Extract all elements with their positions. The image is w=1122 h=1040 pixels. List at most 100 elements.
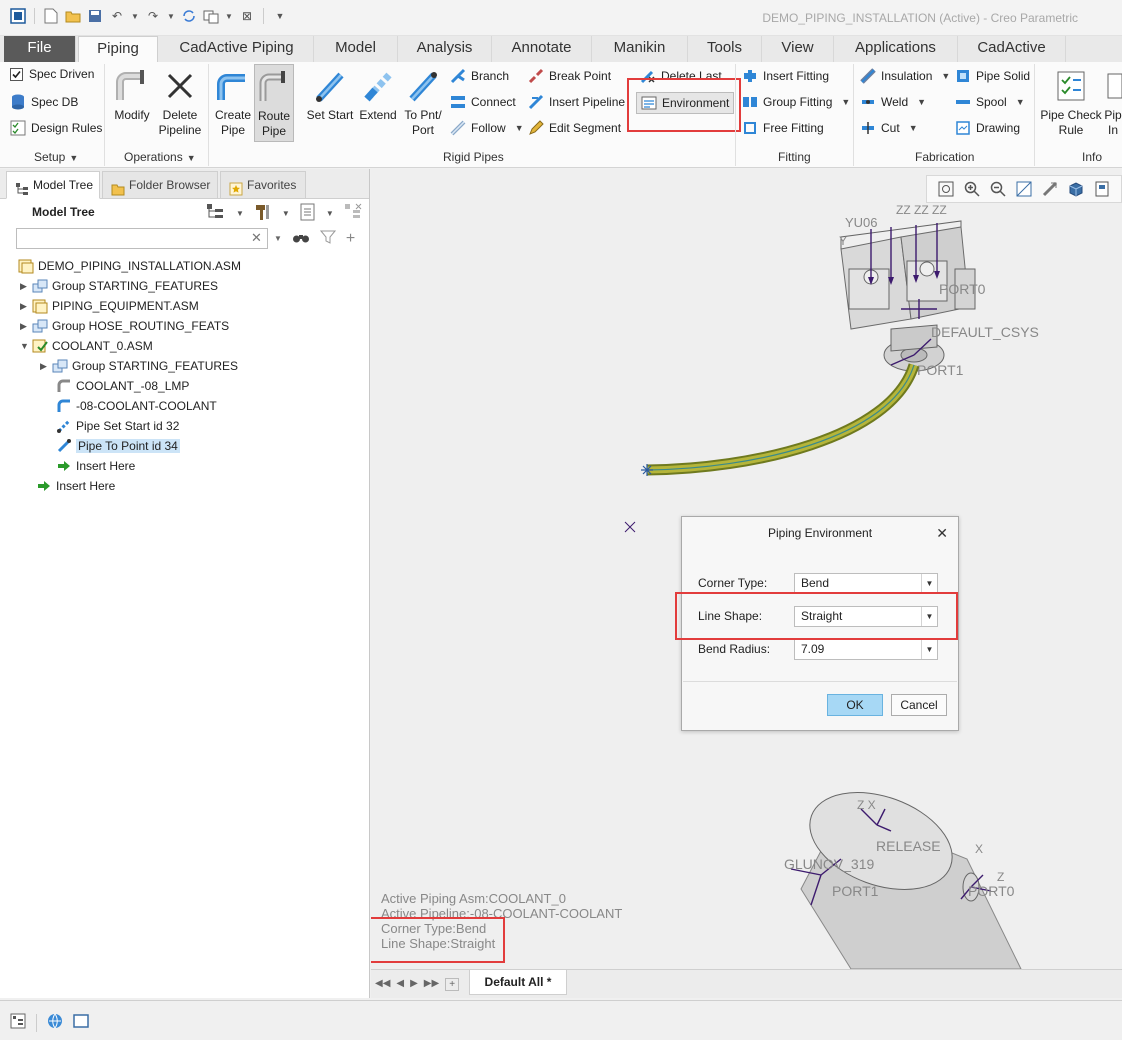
add-tab-icon[interactable]: + bbox=[445, 978, 460, 991]
corner-type-select[interactable]: Bend ▼ bbox=[794, 572, 938, 594]
tab-applications[interactable]: Applications bbox=[834, 36, 958, 62]
prev-tab-icon[interactable]: ◀ bbox=[396, 978, 404, 991]
undo-icon[interactable]: ↶ bbox=[109, 8, 125, 24]
regenerate-icon[interactable] bbox=[181, 8, 197, 24]
operations-group-label[interactable]: Operations ▼ bbox=[124, 150, 196, 164]
chevron-down-icon[interactable]: ▼ bbox=[921, 573, 937, 593]
group-fitting-button[interactable]: Group Fitting ▼ bbox=[742, 92, 850, 112]
tab-model-tree[interactable]: Model Tree bbox=[6, 171, 100, 199]
create-pipe-button[interactable]: Create Pipe bbox=[212, 64, 254, 138]
tab-analysis[interactable]: Analysis bbox=[398, 36, 492, 62]
pipe-info-button[interactable]: Pip In bbox=[1104, 64, 1122, 138]
bend-radius-combo[interactable]: 7.09 ▼ bbox=[794, 638, 938, 660]
tree-item-pipe-set-start[interactable]: Pipe Set Start id 32 bbox=[56, 417, 179, 435]
find-binoculars-icon[interactable] bbox=[292, 230, 310, 247]
tab-favorites[interactable]: Favorites bbox=[220, 171, 306, 199]
extend-button[interactable]: Extend bbox=[356, 64, 400, 123]
tools-hammer-icon[interactable] bbox=[254, 203, 272, 224]
pipe-solid-button[interactable]: Pipe Solid bbox=[955, 66, 1030, 86]
cut-button[interactable]: Cut ▼ bbox=[860, 118, 918, 138]
model-tree-search-input[interactable] bbox=[16, 228, 268, 249]
tab-default-all[interactable]: Default All * bbox=[469, 970, 567, 995]
group-fitting-dropdown-icon[interactable]: ▼ bbox=[841, 97, 850, 107]
tab-folder-browser[interactable]: Folder Browser bbox=[102, 171, 218, 199]
tab-cadactive[interactable]: CadActive bbox=[958, 36, 1066, 62]
cancel-button[interactable]: Cancel bbox=[891, 694, 947, 716]
tree-item-coolant-lmp[interactable]: COOLANT_-08_LMP bbox=[56, 377, 189, 395]
browser-toggle-icon[interactable] bbox=[47, 1013, 63, 1032]
set-start-button[interactable]: Set Start bbox=[304, 64, 356, 123]
tree-item-insert-here-inner[interactable]: Insert Here bbox=[56, 457, 135, 475]
full-screen-icon[interactable] bbox=[73, 1013, 89, 1032]
weld-dropdown-icon[interactable]: ▼ bbox=[917, 97, 926, 107]
tools-dropdown-icon[interactable]: ▼ bbox=[282, 209, 290, 218]
tree-item-piping-equipment[interactable]: ▶ PIPING_EQUIPMENT.ASM bbox=[20, 297, 199, 315]
tree-item-insert-here-outer[interactable]: Insert Here bbox=[36, 477, 115, 495]
tab-tools[interactable]: Tools bbox=[688, 36, 762, 62]
show-options-icon[interactable] bbox=[300, 203, 316, 224]
insert-fitting-button[interactable]: Insert Fitting bbox=[742, 66, 829, 86]
new-file-icon[interactable] bbox=[43, 8, 59, 24]
clear-search-icon[interactable]: ✕ bbox=[251, 230, 262, 246]
design-rules-button[interactable]: Design Rules bbox=[10, 118, 102, 138]
tab-piping[interactable]: Piping bbox=[78, 36, 158, 63]
insert-pipeline-button[interactable]: Insert Pipeline bbox=[528, 92, 625, 112]
edit-segment-button[interactable]: Edit Segment bbox=[528, 118, 621, 138]
route-pipe-button[interactable]: Route Pipe bbox=[254, 64, 294, 142]
model-tree-toggle-icon[interactable] bbox=[10, 1013, 26, 1032]
tree-item-pipe-to-point[interactable]: Pipe To Point id 34 bbox=[56, 437, 180, 455]
connect-button[interactable]: Connect bbox=[450, 92, 516, 112]
redo-dropdown-icon[interactable]: ▼ bbox=[167, 8, 175, 24]
setup-group-label[interactable]: Setup ▼ bbox=[34, 150, 78, 164]
cut-dropdown-icon[interactable]: ▼ bbox=[909, 123, 918, 133]
modify-button[interactable]: Modify bbox=[110, 64, 154, 123]
app-icon[interactable] bbox=[10, 8, 26, 24]
tree-item-coolant-asm[interactable]: ▼ COOLANT_0.ASM bbox=[20, 337, 153, 355]
branch-button[interactable]: Branch bbox=[450, 66, 509, 86]
undo-dropdown-icon[interactable]: ▼ bbox=[131, 8, 139, 24]
tab-model[interactable]: Model bbox=[314, 36, 398, 62]
tab-view[interactable]: View bbox=[762, 36, 834, 62]
expand-arrow-icon[interactable]: ▶ bbox=[20, 301, 32, 312]
filter-funnel-icon[interactable] bbox=[319, 229, 336, 248]
tab-cadactive-piping[interactable]: CadActive Piping bbox=[160, 36, 314, 62]
delete-pipeline-button[interactable]: Delete Pipeline bbox=[156, 64, 204, 138]
tab-file[interactable]: File bbox=[4, 36, 76, 62]
search-dropdown-icon[interactable]: ▼ bbox=[274, 234, 282, 243]
drawing-button[interactable]: Drawing bbox=[955, 118, 1020, 138]
spool-button[interactable]: Spool ▼ bbox=[955, 92, 1025, 112]
close-icon[interactable]: ✕ bbox=[936, 517, 948, 549]
tree-item-group-starting-features[interactable]: ▶ Group STARTING_FEATURES bbox=[20, 277, 218, 295]
last-tab-icon[interactable]: ▶▶ bbox=[424, 978, 439, 991]
tree-item-group-hose-routing[interactable]: ▶ Group HOSE_ROUTING_FEATS bbox=[20, 317, 229, 335]
next-tab-icon[interactable]: ▶ bbox=[410, 978, 418, 991]
customize-qat-icon[interactable]: ▼ bbox=[272, 8, 288, 24]
checkbox-checked-icon[interactable] bbox=[8, 66, 24, 82]
redo-icon[interactable]: ↷ bbox=[145, 8, 161, 24]
expand-arrow-icon[interactable]: ▶ bbox=[40, 361, 52, 372]
to-pnt-port-button[interactable]: To Pnt/ Port bbox=[400, 64, 446, 138]
tree-item-pipeline[interactable]: -08-COOLANT-COOLANT bbox=[56, 397, 217, 415]
chevron-down-icon[interactable]: ▼ bbox=[921, 639, 937, 659]
collapse-arrow-icon[interactable]: ▼ bbox=[20, 341, 32, 351]
tab-annotate[interactable]: Annotate bbox=[492, 36, 592, 62]
tree-settings-icon[interactable] bbox=[206, 203, 226, 224]
spec-db-button[interactable]: Spec DB bbox=[10, 92, 78, 112]
tab-manikin[interactable]: Manikin bbox=[592, 36, 688, 62]
break-point-button[interactable]: Break Point bbox=[528, 66, 611, 86]
ok-button[interactable]: OK bbox=[827, 694, 883, 716]
follow-dropdown-icon[interactable]: ▼ bbox=[515, 123, 524, 133]
tree-filter-disabled-icon[interactable] bbox=[344, 203, 362, 224]
windows-icon[interactable] bbox=[203, 8, 219, 24]
spec-driven-checkbox[interactable]: Spec Driven bbox=[8, 64, 94, 84]
follow-button[interactable]: Follow ▼ bbox=[450, 118, 524, 138]
insulation-button[interactable]: Insulation ▼ bbox=[860, 66, 950, 86]
expand-arrow-icon[interactable]: ▶ bbox=[20, 321, 32, 332]
tree-item-group-starting-features-2[interactable]: ▶ Group STARTING_FEATURES bbox=[40, 357, 238, 375]
free-fitting-button[interactable]: Free Fitting bbox=[742, 118, 824, 138]
close-window-icon[interactable]: ⊠ bbox=[239, 8, 255, 24]
spool-dropdown-icon[interactable]: ▼ bbox=[1016, 97, 1025, 107]
tree-settings-dropdown-icon[interactable]: ▼ bbox=[236, 209, 244, 218]
add-column-icon[interactable]: + bbox=[346, 230, 355, 248]
tree-item-root[interactable]: DEMO_PIPING_INSTALLATION.ASM bbox=[18, 257, 241, 275]
